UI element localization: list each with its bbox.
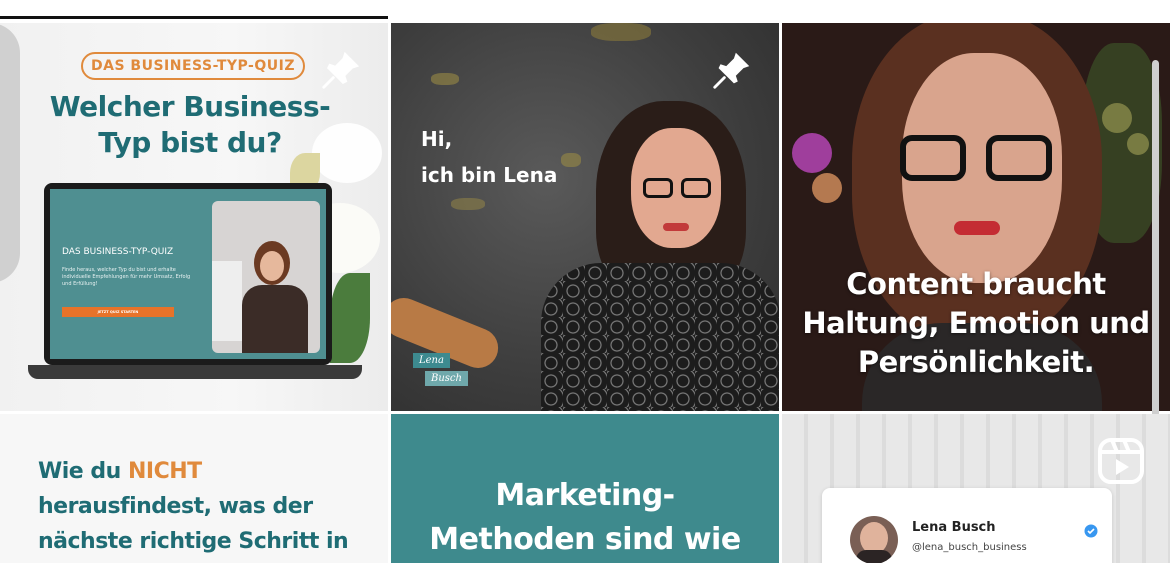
- screen-title: DAS BUSINESS-TYP-QUIZ: [62, 247, 174, 257]
- marketing-line1: Marketing-: [495, 478, 675, 513]
- grid-post-intro[interactable]: Hi, ich bin Lena Lena Busch: [391, 23, 779, 411]
- signature-last: Busch: [425, 371, 468, 386]
- screen-photo: [212, 201, 320, 353]
- reel-icon: [1098, 438, 1144, 484]
- laptop-base: [28, 365, 362, 379]
- active-tab-indicator: [0, 16, 388, 19]
- grid-post-reel-profile[interactable]: Lena Busch @lena_busch_business: [782, 414, 1170, 563]
- next-step-text: Wie du NICHT herausfindest, was der näch…: [38, 454, 378, 559]
- next-step-pre: Wie du: [38, 459, 128, 484]
- avatar: [850, 516, 898, 563]
- marketing-line2: Methoden sind wie: [429, 522, 741, 557]
- scrollbar[interactable]: [1152, 60, 1159, 422]
- profile-handle: @lena_busch_business: [912, 542, 1027, 553]
- laptop: DAS BUSINESS-TYP-QUIZ Finde heraus, welc…: [44, 183, 332, 365]
- pin-icon: [322, 51, 360, 89]
- grid-post-quiz[interactable]: DAS BUSINESS-TYP-QUIZ Welcher Business- …: [0, 23, 388, 411]
- grid-post-content-quote[interactable]: Content braucht Haltung, Emotion und Per…: [782, 23, 1170, 411]
- screen-text: Finde heraus, welcher Typ du bist und er…: [62, 267, 191, 287]
- intro-text: Hi, ich bin Lena: [421, 121, 557, 193]
- intro-line2: ich bin Lena: [421, 163, 558, 187]
- grid-post-next-step[interactable]: Wie du NICHT herausfindest, was der näch…: [0, 414, 388, 563]
- laptop-screen: DAS BUSINESS-TYP-QUIZ Finde heraus, welc…: [50, 189, 326, 359]
- signature-badge: Lena Busch: [413, 353, 471, 393]
- arm-silhouette: [0, 23, 20, 283]
- next-step-line1: Wie du NICHT: [38, 454, 378, 489]
- next-step-highlight: NICHT: [127, 459, 202, 484]
- next-step-line2: herausfindest, was der: [38, 494, 313, 519]
- pin-icon: [713, 52, 750, 89]
- quiz-title: Welcher Business- Typ bist du?: [40, 89, 340, 161]
- signature-first: Lena: [413, 353, 450, 368]
- quiz-badge: DAS BUSINESS-TYP-QUIZ: [81, 52, 305, 80]
- quote-line2: Haltung, Emotion und: [802, 306, 1150, 340]
- quote-line1: Content braucht: [846, 267, 1106, 301]
- grid-post-marketing[interactable]: Marketing- Methoden sind wie: [391, 414, 779, 563]
- verified-icon: [1084, 524, 1098, 538]
- quote-line3: Persönlichkeit.: [857, 345, 1095, 379]
- quiz-title-line2: Typ bist du?: [98, 126, 282, 159]
- quote-text: Content braucht Haltung, Emotion und Per…: [782, 265, 1170, 382]
- marketing-text: Marketing- Methoden sind wie: [391, 474, 779, 562]
- screen-button: JETZT QUIZ STARTEN: [62, 307, 174, 317]
- profile-card: Lena Busch @lena_busch_business: [822, 488, 1112, 563]
- profile-name: Lena Busch: [912, 520, 996, 535]
- intro-line1: Hi,: [421, 127, 453, 151]
- quiz-title-line1: Welcher Business-: [49, 90, 331, 123]
- next-step-line3: nächste richtige Schritt in: [38, 529, 349, 554]
